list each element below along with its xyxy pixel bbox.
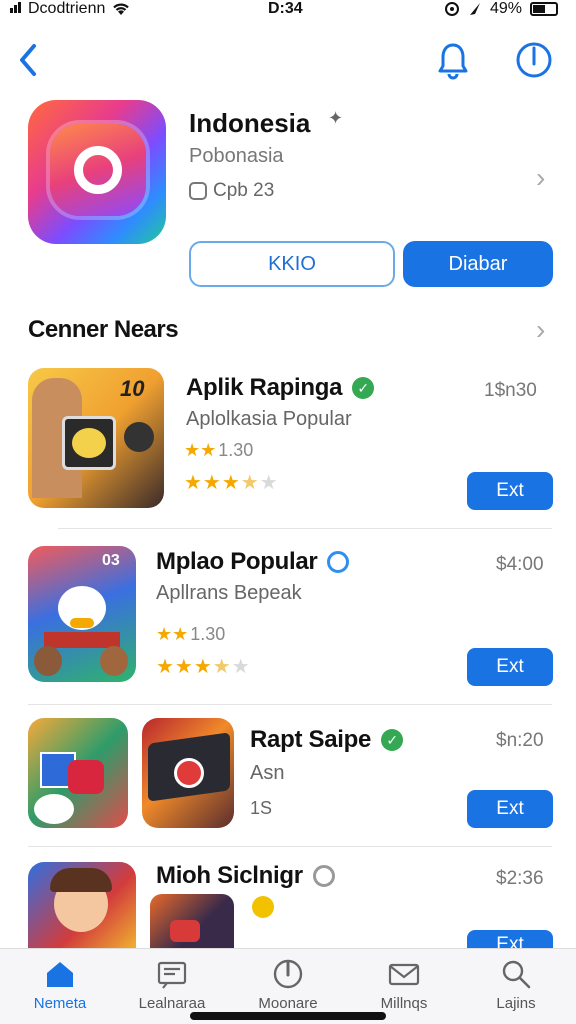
bell-icon[interactable]	[436, 40, 470, 80]
row-1-price: 1$n30	[484, 380, 537, 401]
row-4-thumbnail-a[interactable]	[28, 862, 136, 948]
location-icon	[444, 2, 459, 16]
status-bar: Dcodtrienn D:34 49%	[0, 0, 576, 22]
row-1-thumbnail[interactable]: 10	[28, 368, 164, 508]
row-divider	[58, 528, 552, 529]
row-3-price: $n:20	[496, 730, 544, 751]
row-2-title: Mplao Popular	[156, 548, 318, 575]
age-rating-icon	[189, 182, 207, 200]
signal-icon	[10, 0, 22, 18]
row-4-refresh-icon	[312, 865, 335, 887]
row-1-rating: ★★ 1.30	[184, 440, 253, 461]
wifi-icon	[113, 3, 130, 15]
row-3-meta: 1S	[250, 798, 273, 818]
row-1-subtitle: Aplolkasia Popular	[186, 408, 352, 430]
row-4-price: $2:36	[496, 868, 544, 889]
row-divider	[28, 846, 552, 847]
row-4-title: Mioh Siclnigr	[156, 862, 303, 889]
tab-search[interactable]: Lajins	[466, 957, 566, 1012]
row-1-verified-icon: ✓	[352, 377, 375, 399]
status-right: 49%	[444, 0, 558, 18]
section-chevron-right-icon[interactable]: ›	[536, 314, 545, 346]
hero-app-meta-text: Cpb 23	[213, 180, 275, 201]
row-4-title-wrap: Mioh Siclnigr	[156, 862, 335, 890]
row-1-rating-stars-icon: ★★	[184, 440, 217, 460]
tab-news[interactable]: Lealnaraa	[122, 957, 222, 1012]
row-4-thumbnail-b[interactable]	[150, 894, 234, 948]
row-1-thumb-text: 10	[120, 376, 145, 401]
row-4-coin-icon	[252, 896, 274, 918]
row-2-rating-value: 1.30	[190, 624, 226, 644]
row-2-title-wrap: Mplao Popular	[156, 548, 350, 576]
row-2-refresh-icon	[327, 551, 350, 573]
carrier-label: Dcodtrienn	[28, 0, 106, 17]
sparkle-icon: ✦	[328, 108, 344, 128]
row-1-stars-icon: ★★★★★	[184, 472, 279, 494]
news-icon	[157, 961, 187, 989]
row-3-get-button[interactable]: Ext	[467, 790, 553, 828]
tab-mail-label: Millnqs	[380, 995, 428, 1012]
row-3-thumbnail-a[interactable]	[28, 718, 128, 828]
games-icon	[273, 959, 303, 989]
row-4-get-button[interactable]: Ext	[467, 930, 553, 948]
row-3-subtitle: Asn	[250, 762, 285, 784]
signal-arrow-icon	[469, 3, 480, 15]
row-2-thumbnail[interactable]: 03	[28, 546, 136, 682]
row-3-thumbnail-b[interactable]	[142, 718, 234, 828]
row-1-rating-value: 1.30	[218, 440, 254, 460]
row-3-title: Rapt Saipe	[250, 726, 372, 753]
mail-icon	[388, 963, 420, 986]
row-2-rating-stars-icon: ★★	[156, 624, 189, 644]
section-title: Cenner Nears	[28, 316, 179, 343]
home-indicator[interactable]	[190, 1012, 386, 1020]
row-2-get-button[interactable]: Ext	[467, 648, 553, 686]
battery-icon	[530, 2, 558, 16]
hero-app-icon[interactable]	[28, 100, 166, 244]
row-2-thumb-text: 03	[102, 552, 120, 569]
hero-chevron-right-icon[interactable]: ›	[536, 162, 545, 194]
camera-ring-icon	[74, 146, 122, 194]
search-icon	[502, 960, 531, 989]
row-1-title: Aplik Rapinga	[186, 374, 343, 401]
tab-mail[interactable]: Millnqs	[354, 957, 454, 1012]
row-2-price: $4:00	[496, 554, 544, 575]
account-icon[interactable]	[514, 40, 554, 80]
hero-app-meta: Cpb 23	[189, 180, 274, 202]
row-3-verified-icon: ✓	[381, 729, 404, 751]
status-time: D:34	[268, 0, 303, 17]
tab-search-label: Lajins	[496, 995, 536, 1012]
hero-app-title: Indonesia	[189, 108, 311, 138]
row-2-rating: ★★ 1.30	[156, 624, 225, 645]
home-icon	[47, 962, 73, 987]
row-2-subtitle: Apllrans Bepeak	[156, 582, 302, 604]
row-2-stars-icon: ★★★★★	[156, 656, 251, 678]
tab-games[interactable]: Moonare	[238, 957, 338, 1012]
hero-primary-button[interactable]: Diabar	[403, 241, 553, 287]
row-divider	[28, 704, 552, 705]
row-3-title-wrap: Rapt Saipe ✓	[250, 726, 404, 754]
status-left: Dcodtrienn	[10, 0, 131, 18]
tab-home[interactable]: Nemeta	[10, 957, 110, 1012]
tab-home-label: Nemeta	[33, 995, 87, 1012]
row-1-get-button[interactable]: Ext	[467, 472, 553, 510]
battery-percent: 49%	[489, 0, 522, 17]
tab-news-label: Lealnaraa	[138, 995, 206, 1012]
back-chevron-icon[interactable]	[14, 40, 44, 80]
tab-games-label: Moonare	[258, 995, 318, 1012]
hero-app-subtitle: Pobonasia	[189, 145, 284, 167]
row-1-title-wrap: Aplik Rapinga ✓	[186, 374, 375, 402]
hero-secondary-button[interactable]: KKIO	[189, 241, 395, 287]
